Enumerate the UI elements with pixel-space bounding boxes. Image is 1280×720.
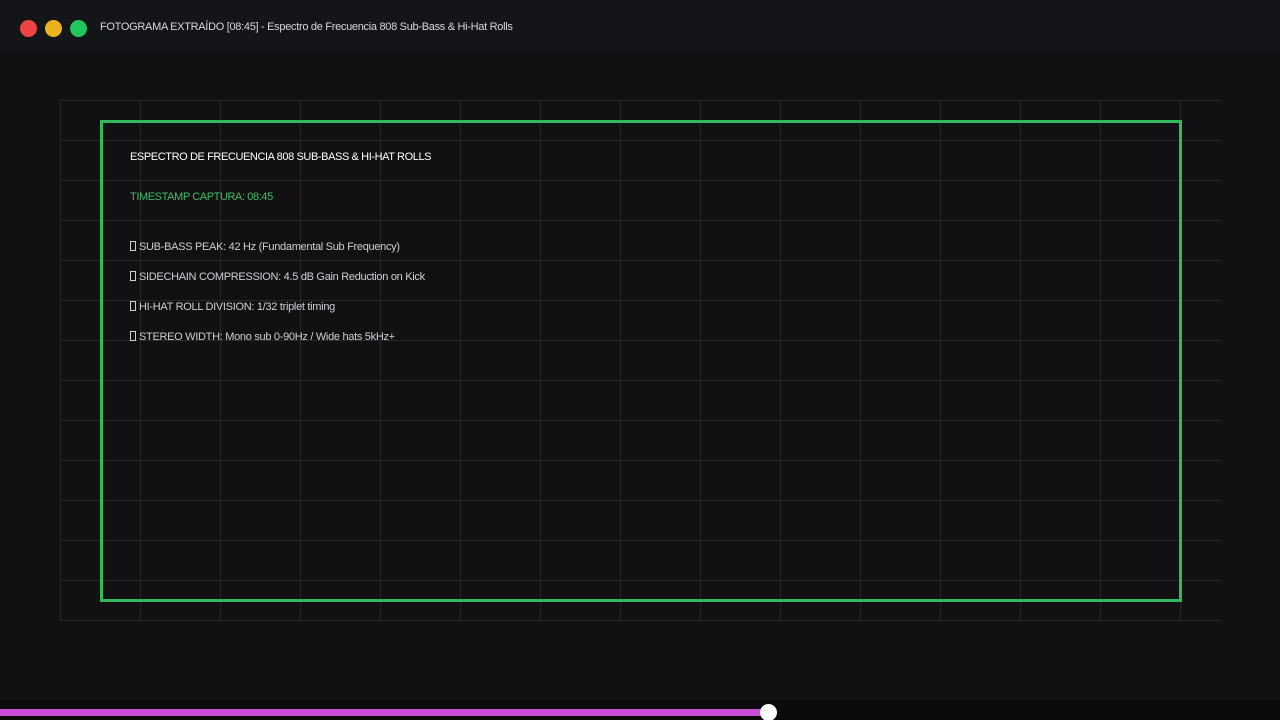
metric-text: SIDECHAIN COMPRESSION: 4.5 dB Gain Reduc… xyxy=(139,271,425,283)
bullet-icon xyxy=(130,301,136,311)
bullet-icon xyxy=(130,241,136,251)
minimize-window-button[interactable] xyxy=(45,20,62,37)
panel-title: ESPECTRO DE FRECUENCIA 808 SUB-BASS & HI… xyxy=(130,151,432,163)
bullet-icon xyxy=(130,271,136,281)
close-window-button[interactable] xyxy=(20,20,37,37)
metric-text: HI-HAT ROLL DIVISION: 1/32 triplet timin… xyxy=(139,301,335,313)
metric-text: STEREO WIDTH: Mono sub 0-90Hz / Wide hat… xyxy=(139,331,395,343)
metric-stereo-width: STEREO WIDTH: Mono sub 0-90Hz / Wide hat… xyxy=(130,330,395,344)
maximize-window-button[interactable] xyxy=(70,20,87,37)
playback-progress-fill xyxy=(0,709,768,716)
bullet-icon xyxy=(130,331,136,341)
metric-sidechain-compression: SIDECHAIN COMPRESSION: 4.5 dB Gain Reduc… xyxy=(130,270,425,284)
playback-scrubber-handle[interactable] xyxy=(760,704,777,720)
window-title: FOTOGRAMA EXTRAÍDO [08:45] - Espectro de… xyxy=(100,21,513,33)
video-frame-window: FOTOGRAMA EXTRAÍDO [08:45] - Espectro de… xyxy=(0,0,1280,720)
playback-progress-bar[interactable] xyxy=(0,700,1280,720)
metric-hi-hat-roll-division: HI-HAT ROLL DIVISION: 1/32 triplet timin… xyxy=(130,300,335,314)
title-bar: FOTOGRAMA EXTRAÍDO [08:45] - Espectro de… xyxy=(0,0,1280,56)
metric-sub-bass-peak: SUB-BASS PEAK: 42 Hz (Fundamental Sub Fr… xyxy=(130,240,400,254)
capture-timestamp: TIMESTAMP CAPTURA: 08:45 xyxy=(130,191,273,203)
metric-text: SUB-BASS PEAK: 42 Hz (Fundamental Sub Fr… xyxy=(139,241,400,253)
